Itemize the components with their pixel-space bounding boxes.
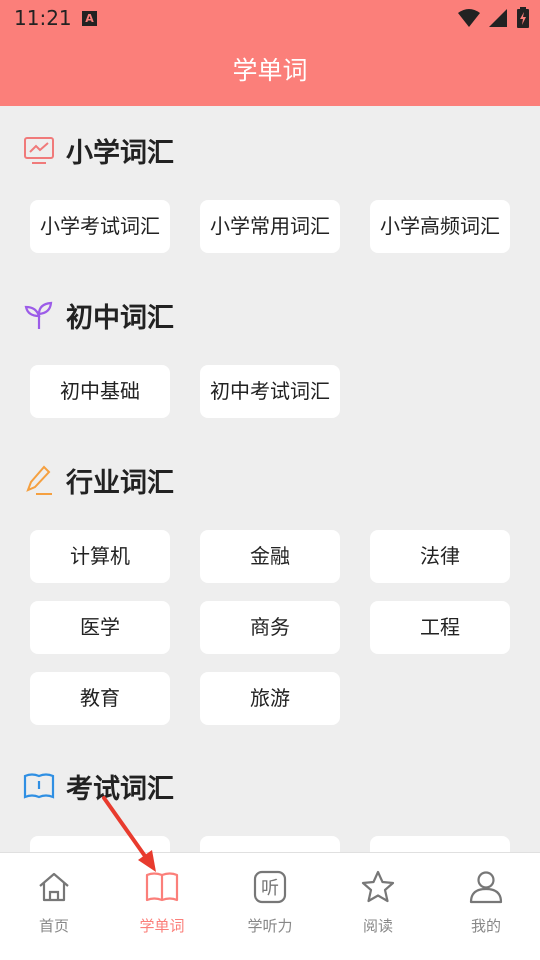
listen-glyph: 听 <box>261 878 279 899</box>
wifi-icon <box>458 9 480 27</box>
word-chip[interactable]: 小学高频词汇 <box>370 200 510 253</box>
person-icon <box>469 871 503 904</box>
word-chip[interactable]: 小学考试词汇 <box>30 200 170 253</box>
tab-reading[interactable]: 阅读 <box>324 853 432 960</box>
section-header: 小学词汇 <box>22 130 174 170</box>
section-title: 小学词汇 <box>66 137 174 169</box>
tab-profile[interactable]: 我的 <box>432 853 540 960</box>
tab-label: 学听力 <box>247 917 293 935</box>
chart-screen-icon <box>24 137 54 164</box>
word-chip[interactable] <box>370 836 510 852</box>
word-chip[interactable] <box>30 836 170 852</box>
word-chip[interactable]: 工程 <box>370 601 510 654</box>
tab-label: 阅读 <box>362 917 393 935</box>
open-book-icon <box>23 773 55 799</box>
vocabulary-list[interactable]: 小学词汇 小学考试词汇 小学常用词汇 小学高频词汇 初中词汇 初中基础 初中考试… <box>0 106 540 852</box>
word-chip[interactable]: 初中基础 <box>30 365 170 418</box>
tab-label: 我的 <box>470 917 501 935</box>
notification-icon: A <box>82 11 97 26</box>
section-header: 行业词汇 <box>22 460 174 500</box>
bottom-tab-bar: 首页 学单词 听 学听力 阅读 我的 <box>0 852 540 960</box>
star-icon <box>361 870 395 903</box>
word-chip[interactable]: 金融 <box>200 530 340 583</box>
status-time: 11:21 <box>14 6 72 30</box>
home-icon <box>39 872 69 902</box>
word-chip[interactable]: 医学 <box>30 601 170 654</box>
status-icons <box>458 7 530 29</box>
book-icon <box>145 872 179 902</box>
tab-label: 学单词 <box>139 917 185 935</box>
word-chip[interactable]: 小学常用词汇 <box>200 200 340 253</box>
word-chip[interactable]: 旅游 <box>200 672 340 725</box>
section-header: 考试词汇 <box>22 766 174 806</box>
word-chip[interactable] <box>200 836 340 852</box>
tab-vocabulary[interactable]: 学单词 <box>108 853 216 960</box>
status-bar: 11:21 A <box>0 0 540 38</box>
listen-icon: 听 <box>253 870 287 904</box>
signal-icon <box>489 9 507 27</box>
word-chip[interactable]: 商务 <box>200 601 340 654</box>
section-title: 行业词汇 <box>66 467 174 499</box>
app-bar: 学单词 <box>0 38 540 106</box>
tab-home[interactable]: 首页 <box>0 853 108 960</box>
sprout-icon <box>24 301 53 329</box>
tab-listening[interactable]: 听 学听力 <box>216 853 324 960</box>
battery-icon <box>517 7 529 28</box>
section-header: 初中词汇 <box>22 295 174 335</box>
section-title: 初中词汇 <box>66 302 174 334</box>
word-chip[interactable]: 计算机 <box>30 530 170 583</box>
tab-label: 首页 <box>38 917 69 935</box>
word-chip[interactable]: 法律 <box>370 530 510 583</box>
page-title: 学单词 <box>232 56 308 85</box>
word-chip[interactable]: 初中考试词汇 <box>200 365 340 418</box>
word-chip[interactable]: 教育 <box>30 672 170 725</box>
pencil-icon <box>26 465 52 495</box>
section-title: 考试词汇 <box>66 773 174 805</box>
